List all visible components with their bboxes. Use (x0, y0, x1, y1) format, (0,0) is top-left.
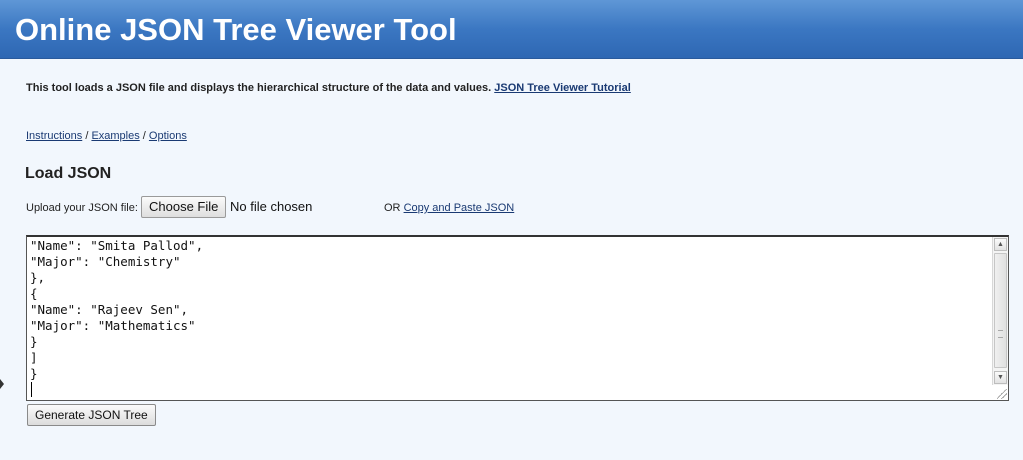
file-status-text: No file chosen (230, 199, 313, 214)
pointer-marker-icon (0, 379, 4, 389)
vertical-scrollbar[interactable]: ▲ ▼ (992, 237, 1008, 385)
paste-option: OR Copy and Paste JSON (384, 202, 514, 214)
copy-paste-json-link[interactable]: Copy and Paste JSON (404, 202, 515, 214)
arrow-up-icon[interactable]: ▲ (994, 238, 1007, 251)
grip-lines-icon (998, 330, 1003, 338)
nav-separator: / (85, 130, 89, 142)
nav-separator: / (142, 130, 146, 142)
json-line: "Name": "Smita Pallod", (30, 238, 204, 253)
instructions-link[interactable]: Instructions (26, 130, 82, 142)
json-line: } (30, 334, 38, 349)
scrollbar-thumb[interactable] (994, 253, 1007, 368)
tutorial-link[interactable]: JSON Tree Viewer Tutorial (494, 82, 631, 94)
json-line: "Major": "Mathematics" (30, 318, 196, 333)
page: Online JSON Tree Viewer Tool This tool l… (0, 0, 1023, 460)
json-line: { (30, 286, 38, 301)
intro-text: This tool loads a JSON file and displays… (26, 82, 631, 94)
text-caret (31, 382, 32, 397)
json-line: } (30, 366, 38, 381)
json-line: ] (30, 350, 38, 365)
json-text-content: "Name": "Smita Pallod", "Major": "Chemis… (30, 238, 203, 382)
or-label: OR (384, 202, 401, 214)
json-line: }, (30, 270, 46, 285)
json-line: "Major": "Chemistry" (30, 254, 181, 269)
upload-label: Upload your JSON file: (26, 202, 138, 214)
examples-link[interactable]: Examples (91, 130, 139, 142)
json-line: "Name": "Rajeev Sen", (30, 302, 189, 317)
nav-links: Instructions / Examples / Options (26, 130, 187, 142)
choose-file-button[interactable]: Choose File (141, 196, 227, 218)
page-title: Online JSON Tree Viewer Tool (15, 12, 457, 47)
upload-row: Upload your JSON file: Choose File No fi… (26, 196, 726, 220)
arrow-down-icon[interactable]: ▼ (994, 371, 1007, 384)
header-banner: Online JSON Tree Viewer Tool (0, 0, 1023, 59)
load-json-heading: Load JSON (25, 165, 112, 182)
resize-grip-icon[interactable] (997, 389, 1007, 399)
json-input-textarea[interactable]: "Name": "Smita Pallod", "Major": "Chemis… (26, 235, 1009, 401)
intro-description: This tool loads a JSON file and displays… (26, 82, 492, 94)
generate-json-tree-button[interactable]: Generate JSON Tree (27, 404, 156, 426)
options-link[interactable]: Options (149, 130, 187, 142)
